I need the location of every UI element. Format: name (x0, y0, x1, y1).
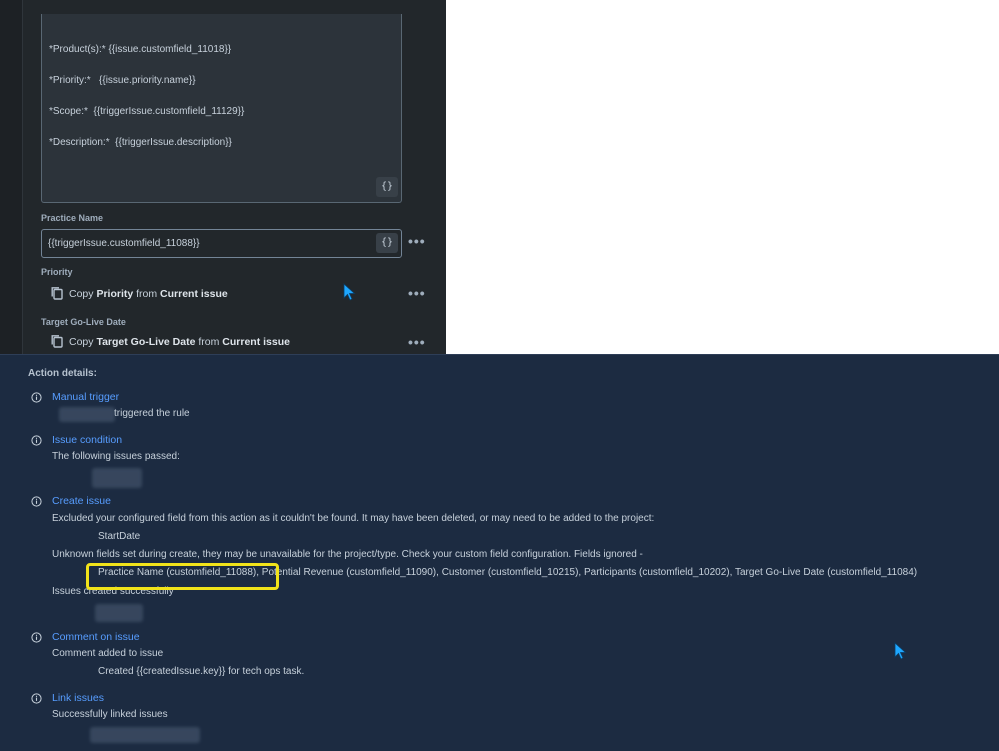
target-go-live-source: Current issue (222, 336, 290, 348)
practice-name-label: Practice Name (41, 213, 104, 223)
manual-trigger-title[interactable]: Manual trigger (52, 391, 119, 403)
target-go-live-label: Target Go-Live Date (41, 317, 126, 327)
redacted-issue-key (92, 468, 142, 488)
priority-label: Priority (41, 267, 73, 277)
redacted-linked-issues (90, 727, 200, 743)
practice-name-smart-value-button[interactable]: {} (376, 233, 398, 253)
info-icon (31, 392, 42, 403)
screenshot-root: *Product(s):* {{issue.customfield_11018}… (0, 0, 999, 751)
priority-field-name: Priority (96, 288, 134, 300)
template-line-priority: *Priority:* {{issue.priority.name}} (49, 75, 196, 86)
link-issues-title[interactable]: Link issues (52, 692, 104, 704)
excluded-field-name: StartDate (98, 531, 141, 542)
audit-log-details-panel: Action details: Manual trigger triggered… (0, 354, 999, 751)
linked-issues-text: Successfully linked issues (52, 709, 168, 720)
copy-icon (51, 287, 63, 300)
priority-more-icon[interactable]: ••• (408, 286, 425, 300)
action-details-title: Action details: (28, 368, 97, 379)
info-icon (31, 496, 42, 507)
target-go-live-more-icon[interactable]: ••• (408, 335, 425, 349)
smart-value-button[interactable]: {} (376, 177, 398, 197)
create-issue-title[interactable]: Create issue (52, 495, 111, 507)
redacted-user (59, 407, 115, 422)
template-line-description: *Description:* {{triggerIssue.descriptio… (49, 137, 232, 148)
issue-description-template-field[interactable]: *Product(s):* {{issue.customfield_11018}… (41, 14, 402, 203)
template-line-scope: *Scope:* {{triggerIssue.customfield_1112… (49, 106, 245, 117)
comment-added-text: Comment added to issue (52, 648, 164, 659)
comment-body: Created {{createdIssue.key}} for tech op… (98, 666, 305, 677)
practice-name-value: {{triggerIssue.customfield_11088}} (48, 238, 200, 249)
issue-condition-text: The following issues passed: (52, 451, 180, 462)
target-go-live-field-name: Target Go-Live Date (96, 336, 196, 348)
copy-prefix: Copy (69, 288, 97, 300)
mouse-cursor-icon (343, 283, 356, 301)
practice-name-more-icon[interactable]: ••• (408, 234, 425, 248)
excluded-field-message: Excluded your configured field from this… (52, 513, 655, 524)
action-editor-panel: *Product(s):* {{issue.customfield_11018}… (0, 0, 446, 354)
info-icon (31, 693, 42, 704)
manual-trigger-text: triggered the rule (114, 408, 190, 419)
issue-condition-title[interactable]: Issue condition (52, 434, 122, 446)
highlight-annotation-box (86, 563, 279, 590)
practice-name-input[interactable]: {{triggerIssue.customfield_11088}} {} (41, 229, 402, 258)
copy-prefix: Copy (69, 336, 97, 348)
priority-source: Current issue (160, 288, 228, 300)
copy-icon (51, 335, 63, 348)
template-line-products: *Product(s):* {{issue.customfield_11018}… (49, 44, 232, 55)
redacted-created-issue (95, 604, 143, 622)
unknown-fields-message: Unknown fields set during create, they m… (52, 549, 643, 560)
comment-on-issue-title[interactable]: Comment on issue (52, 631, 140, 643)
from-word: from (133, 288, 161, 300)
from-word: from (195, 336, 223, 348)
info-icon (31, 632, 42, 643)
mouse-cursor-icon (894, 642, 907, 660)
info-icon (31, 435, 42, 446)
